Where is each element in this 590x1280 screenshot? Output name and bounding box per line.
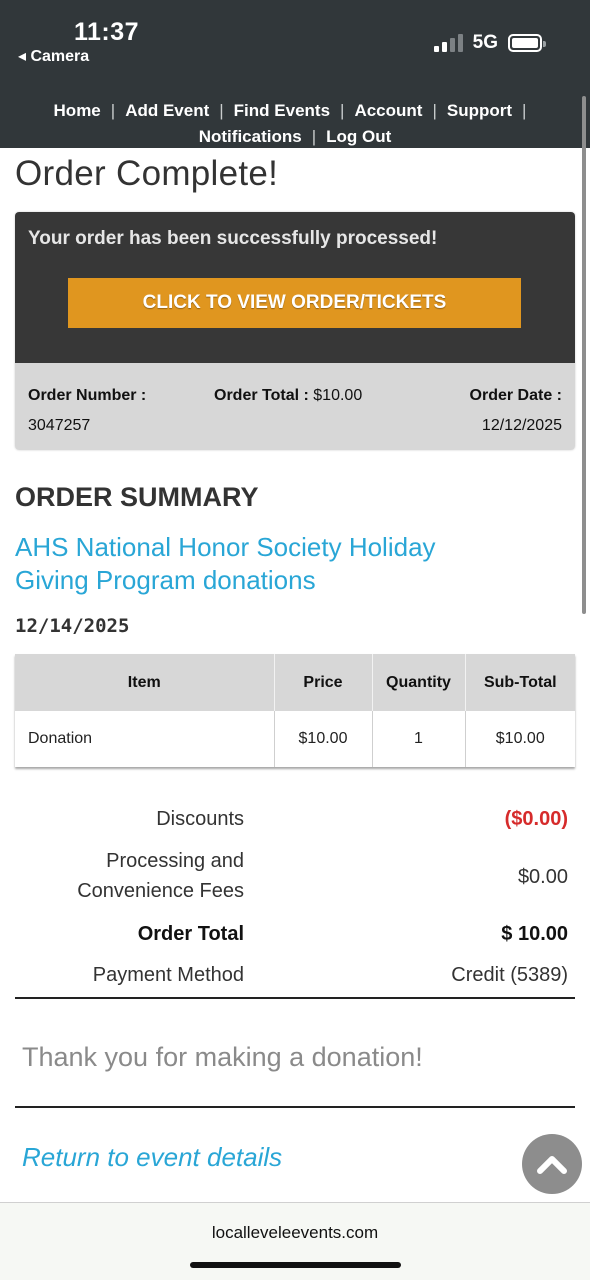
return-to-event-link[interactable]: Return to event details [22,1142,282,1173]
column-header-price: Price [274,654,373,711]
quantity-cell: 1 [372,711,466,767]
payment-method-value: Credit (5389) [451,964,568,986]
order-items-table: Item Price Quantity Sub-Total Donation $… [15,654,575,767]
page-title: Order Complete! [15,154,279,193]
order-date-label: Order Date : [469,387,562,404]
order-summary-heading: ORDER SUMMARY [15,482,259,512]
scrollbar[interactable] [582,96,586,614]
nav-separator: | [110,101,116,120]
order-confirmation-box: Your order has been successfully process… [15,212,575,450]
column-header-subtotal: Sub-Total [465,654,575,711]
payment-method-label: Payment Method [92,964,244,986]
order-status-panel: Your order has been successfully process… [15,212,575,363]
scroll-to-top-button[interactable] [522,1134,582,1194]
table-header-row: Item Price Quantity Sub-Total [15,654,575,711]
order-total-row-value: $ 10.00 [501,923,568,945]
column-header-item: Item [15,654,275,711]
order-number-block: Order Number : 3047257 [28,381,146,441]
order-total-block: Order Total : $10.00 [214,381,362,411]
battery-icon [508,34,546,52]
home-indicator[interactable] [190,1262,401,1268]
column-header-quantity: Quantity [372,654,466,711]
nav-separator: | [340,101,345,120]
event-title: AHS National Honor Society Holiday Givin… [15,532,436,595]
view-order-tickets-button[interactable]: CLICK TO VIEW ORDER/TICKETS [68,278,521,328]
success-message: Your order has been successfully process… [28,228,438,249]
status-time: 11:37 [74,18,140,46]
nav-separator: | [432,101,437,120]
discounts-value: ($0.00) [504,808,568,830]
price-cell: $10.00 [274,711,373,767]
order-date-value: 12/12/2025 [481,417,562,434]
network-type: 5G [472,32,498,53]
back-to-camera[interactable]: ◂ Camera [18,46,89,66]
subtotal-cell: $10.00 [465,711,575,767]
nav-separator: | [219,101,224,120]
main-nav: Home | Add Event | Find Events | Account… [0,98,590,150]
order-total-label: Order Total : [214,387,309,404]
order-number-value: 3047257 [28,417,91,434]
nav-account[interactable]: Account [354,98,422,124]
fees-label-line2: Convenience Fees [77,880,244,902]
nav-add-event[interactable]: Add Event [125,98,209,124]
browser-url[interactable]: localleveleevents.com [0,1223,590,1243]
fees-value: $0.00 [517,866,568,888]
divider [15,997,575,999]
nav-home[interactable]: Home [54,98,101,124]
thank-you-message: Thank you for making a donation! [22,1042,423,1072]
nav-find-events[interactable]: Find Events [234,98,330,124]
order-details-panel: Order Number : 3047257 Order Total : $10… [15,363,575,450]
divider [15,1106,575,1108]
nav-separator: | [311,127,317,146]
top-bar: 11:37 ◂ Camera 5G Home | Add Event | Fin… [0,0,590,148]
discounts-label: Discounts [156,808,244,830]
browser-bottom-bar: localleveleevents.com [0,1202,590,1280]
nav-notifications[interactable]: Notifications [199,124,302,150]
fees-label-line1: Processing and [106,850,244,872]
order-date-block: Order Date : 12/12/2025 [470,381,562,441]
status-indicators: 5G [433,32,546,54]
signal-icon [433,34,463,52]
event-date: 12/14/2025 [15,615,130,637]
order-total-value: $10.00 [313,387,363,404]
table-row: Donation $10.00 1 $10.00 [15,711,575,767]
chevron-up-icon [537,1156,567,1174]
nav-log-out[interactable]: Log Out [326,124,391,150]
nav-separator: | [522,101,527,120]
order-total-row-label: Order Total [137,923,244,945]
order-number-label: Order Number : [28,387,147,404]
nav-support[interactable]: Support [447,98,512,124]
item-cell: Donation [15,711,275,767]
